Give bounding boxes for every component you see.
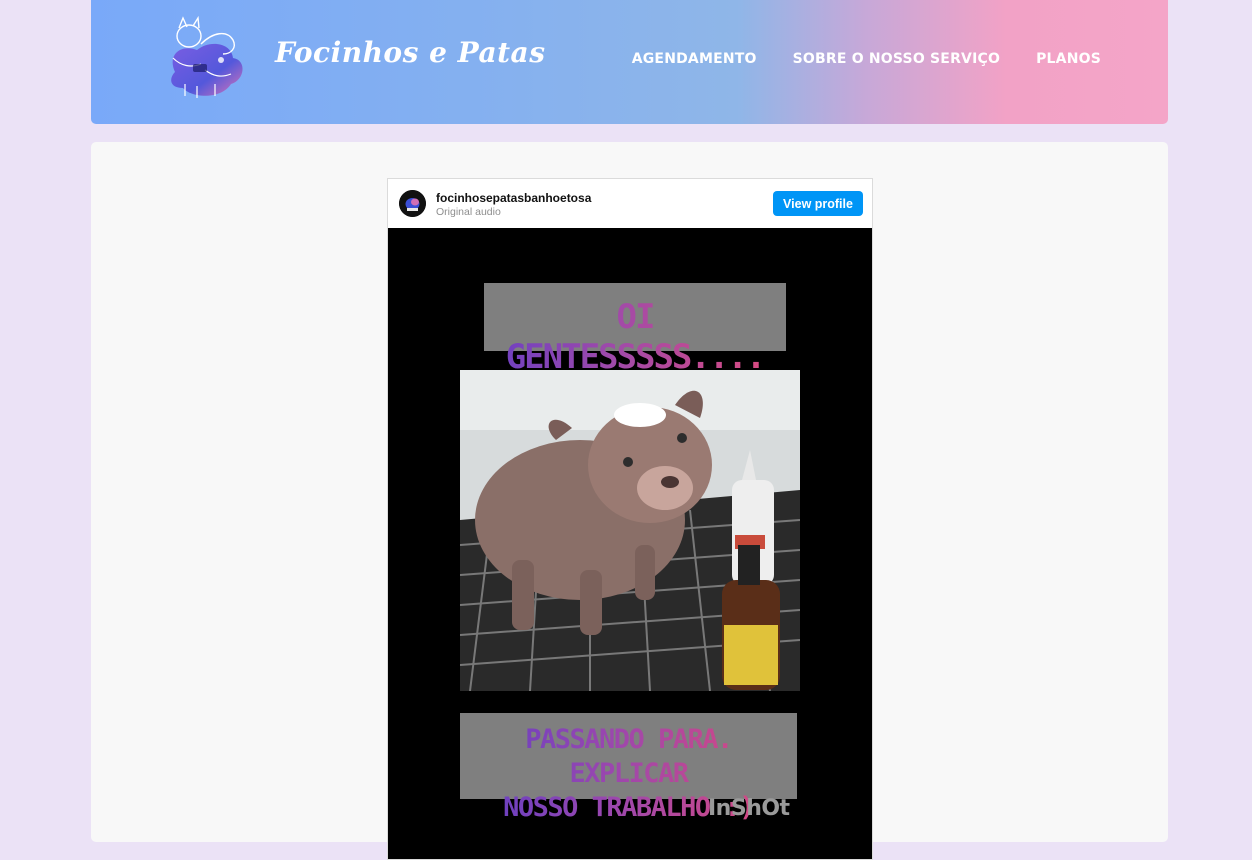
- video-player[interactable]: OI GENTESSSSS.... PASSANDO PARA. EXPLICA…: [388, 228, 872, 859]
- banner-top-text: OI GENTESSSSS....: [484, 297, 786, 377]
- nav-item-planos[interactable]: PLANOS: [1036, 51, 1101, 67]
- main-content: focinhosepatasbanhoetosa Original audio …: [91, 142, 1168, 860]
- avatar[interactable]: [399, 190, 426, 217]
- nav-item-sobre[interactable]: SOBRE O NOSSO SERVIÇO: [793, 51, 1000, 67]
- banner-bottom-line1: PASSANDO PARA. EXPLICAR: [460, 723, 797, 791]
- site-header: Focinhos e Patas AGENDAMENTO SOBRE O NOS…: [91, 0, 1168, 124]
- main-nav: AGENDAMENTO SOBRE O NOSSO SERVIÇO PLANOS: [632, 51, 1101, 67]
- dog-photo: [460, 370, 800, 691]
- instagram-embed: focinhosepatasbanhoetosa Original audio …: [387, 178, 873, 860]
- dog-cat-logo-icon[interactable]: [161, 14, 251, 106]
- username[interactable]: focinhosepatasbanhoetosa: [436, 191, 591, 205]
- video-banner-bottom: PASSANDO PARA. EXPLICAR NOSSO TRABALHO :…: [460, 713, 797, 823]
- nav-item-agendamento[interactable]: AGENDAMENTO: [632, 51, 757, 67]
- audio-label[interactable]: Original audio: [436, 206, 501, 218]
- view-profile-button[interactable]: View profile: [773, 191, 863, 216]
- video-banner-top: OI GENTESSSSS....: [484, 283, 786, 377]
- brand-title[interactable]: Focinhos e Patas: [275, 36, 545, 69]
- inshot-watermark: InShOt: [708, 796, 790, 821]
- embed-header: focinhosepatasbanhoetosa Original audio …: [388, 179, 872, 228]
